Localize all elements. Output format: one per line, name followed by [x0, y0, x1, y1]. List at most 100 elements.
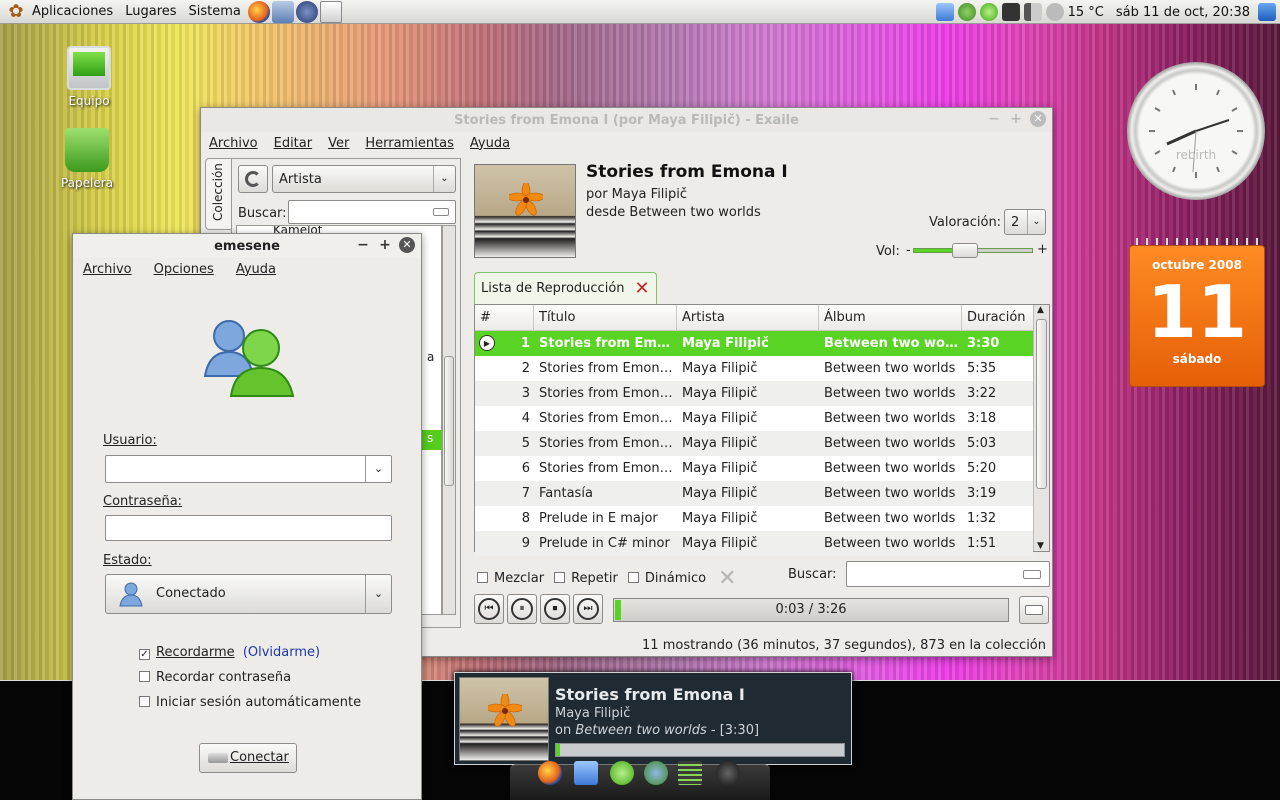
column-artist[interactable]: Artista: [677, 305, 819, 330]
menu-system[interactable]: Sistema: [183, 0, 247, 24]
scrollbar-thumb[interactable]: [444, 356, 454, 486]
previous-button[interactable]: ⏮: [474, 594, 504, 624]
table-row[interactable]: 3 Stories from Emona III Maya Filipič Betwe…: [475, 381, 1033, 406]
exaile-titlebar[interactable]: Stories from Emona I (por Maya Filipič) …: [201, 108, 1052, 132]
computer-icon: [67, 46, 111, 90]
volume-slider[interactable]: [913, 243, 1033, 258]
dark-orb-dock-icon[interactable]: [716, 761, 740, 785]
scrollbar-thumb[interactable]: [1036, 319, 1047, 489]
pause-button[interactable]: ⏸: [507, 594, 537, 624]
desktop-icon-computer[interactable]: Equipo: [54, 46, 124, 108]
table-row-playing[interactable]: ▶ 1 Stories from Emona I Maya Filipič Betwee…: [475, 331, 1033, 356]
column-album[interactable]: Álbum: [819, 305, 962, 330]
menu-archivo[interactable]: Archivo: [75, 262, 140, 277]
scroll-up-icon[interactable]: ▲: [1037, 305, 1044, 315]
volume-icon[interactable]: [1023, 3, 1042, 21]
table-row[interactable]: 8 Prelude in E major Maya Filipič Between t…: [475, 506, 1033, 531]
stop-button[interactable]: ⏹: [540, 594, 570, 624]
clear-icon[interactable]: [433, 208, 449, 216]
column-duration[interactable]: Duración: [962, 305, 1030, 330]
table-row[interactable]: 4 Stories from Emona IV Maya Filipič Betwee…: [475, 406, 1033, 431]
network-icon[interactable]: [1001, 3, 1020, 21]
volume-slider-handle[interactable]: [952, 243, 978, 258]
remember-me-checkbox[interactable]: ✓ Recordarme (Olvidarme): [139, 645, 320, 660]
username-label: Usuario:: [103, 433, 157, 448]
table-row[interactable]: 5 Stories from Emona V Maya Filipič Between…: [475, 431, 1033, 456]
shuffle-checkbox[interactable]: Mezclar: [477, 571, 544, 586]
menu-ayuda[interactable]: Ayuda: [462, 136, 518, 151]
menu-editar[interactable]: Editar: [266, 136, 321, 151]
close-button[interactable]: ✕: [399, 237, 415, 253]
menu-ver[interactable]: Ver: [320, 136, 357, 151]
emesene-titlebar[interactable]: emesene − + ✕: [73, 234, 421, 258]
firefox-dock-icon[interactable]: [538, 761, 562, 785]
gnome-foot-icon[interactable]: ✿: [6, 1, 26, 22]
menu-archivo[interactable]: Archivo: [201, 136, 266, 151]
now-playing-notification[interactable]: Stories from Emona I Maya Filipič on Bet…: [454, 672, 852, 765]
playlist-search-input[interactable]: [846, 561, 1050, 587]
repeat-checkbox[interactable]: Repetir: [554, 571, 618, 586]
password-field[interactable]: [105, 515, 392, 541]
menu-applications[interactable]: Aplicaciones: [26, 0, 119, 24]
menu-places[interactable]: Lugares: [119, 0, 182, 24]
collection-view-combo[interactable]: Artista ⌄: [272, 165, 456, 193]
table-row[interactable]: 2 Stories from Emona II Maya Filipič Betwee…: [475, 356, 1033, 381]
status-green-icon[interactable]: [979, 3, 998, 21]
column-number[interactable]: #: [475, 305, 534, 330]
refresh-collection-button[interactable]: [238, 165, 268, 193]
menu-opciones[interactable]: Opciones: [140, 262, 222, 277]
row-album: Between two worlds: [824, 461, 956, 476]
dynamic-checkbox[interactable]: Dinámico: [627, 571, 706, 586]
clock-hour-hand: [1166, 129, 1197, 146]
rating-combo[interactable]: 2 ⌄: [1004, 209, 1046, 235]
username-combo[interactable]: ⌄: [105, 455, 392, 483]
text-editor-launcher-icon[interactable]: [319, 0, 342, 23]
row-number: 6: [521, 461, 530, 476]
column-title[interactable]: Título: [534, 305, 677, 330]
collection-scrollbar[interactable]: [442, 225, 456, 615]
close-tab-icon[interactable]: ✕: [635, 278, 650, 299]
home-launcher-icon[interactable]: [271, 0, 294, 23]
row-duration: 5:03: [967, 436, 997, 451]
film-dock-icon[interactable]: [678, 761, 702, 785]
clear-playlist-icon[interactable]: ✕: [718, 566, 736, 591]
menu-ayuda[interactable]: Ayuda: [222, 262, 284, 277]
album-cover[interactable]: [474, 164, 576, 258]
messenger-tray-icon[interactable]: [957, 3, 976, 21]
download-icon[interactable]: [935, 3, 954, 21]
scroll-down-icon[interactable]: ▼: [1037, 541, 1044, 551]
green-orb-dock-icon[interactable]: [610, 761, 634, 785]
minimize-button[interactable]: −: [986, 111, 1002, 127]
download-dock-icon[interactable]: [574, 761, 598, 785]
next-button[interactable]: ⏭: [573, 594, 603, 624]
playlist-scrollbar[interactable]: ▲ ▼: [1033, 305, 1049, 551]
rating-label: Valoración:: [929, 215, 1002, 230]
collection-search-input[interactable]: [288, 200, 456, 224]
maximize-button[interactable]: +: [377, 237, 393, 253]
remember-password-checkbox[interactable]: Recordar contraseña: [139, 670, 291, 685]
tab-collection[interactable]: Colección: [205, 158, 231, 230]
tab-playlist[interactable]: Lista de Reproducción ✕: [474, 272, 657, 304]
music-launcher-icon[interactable]: [295, 0, 318, 23]
table-row[interactable]: 6 Stories from Emona VI Maya Filipič Betwee…: [475, 456, 1033, 481]
firefox-launcher-icon[interactable]: [247, 0, 270, 23]
miniplayer-button[interactable]: [1019, 596, 1049, 624]
status-combo[interactable]: Conectado ⌄: [105, 574, 392, 614]
maximize-button[interactable]: +: [1008, 111, 1024, 127]
forget-me-link[interactable]: (Olvidarme): [243, 645, 320, 660]
close-button[interactable]: ✕: [1030, 111, 1046, 127]
clock-datetime[interactable]: sáb 11 de oct, 20:38: [1110, 5, 1256, 20]
table-row[interactable]: 7 Fantasía Maya Filipič Between two worlds 3…: [475, 481, 1033, 506]
row-album: Between two worlds: [824, 436, 956, 451]
autologin-checkbox[interactable]: Iniciar sesión automáticamente: [139, 695, 361, 710]
table-row[interactable]: 9 Prelude in C# minor Maya Filipič Between …: [475, 531, 1033, 556]
minimize-button[interactable]: −: [355, 237, 371, 253]
chevron-down-icon[interactable]: ⌄: [365, 456, 391, 482]
menu-herramientas[interactable]: Herramientas: [357, 136, 462, 151]
update-notifier-icon[interactable]: [1258, 3, 1276, 21]
seek-bar[interactable]: 0:03 / 3:26: [613, 598, 1009, 622]
clear-icon[interactable]: [1023, 570, 1041, 579]
desktop-icon-trash[interactable]: Papelera: [52, 128, 122, 190]
connect-button[interactable]: Conectar: [199, 743, 297, 773]
messenger-dock-icon[interactable]: [644, 761, 668, 785]
